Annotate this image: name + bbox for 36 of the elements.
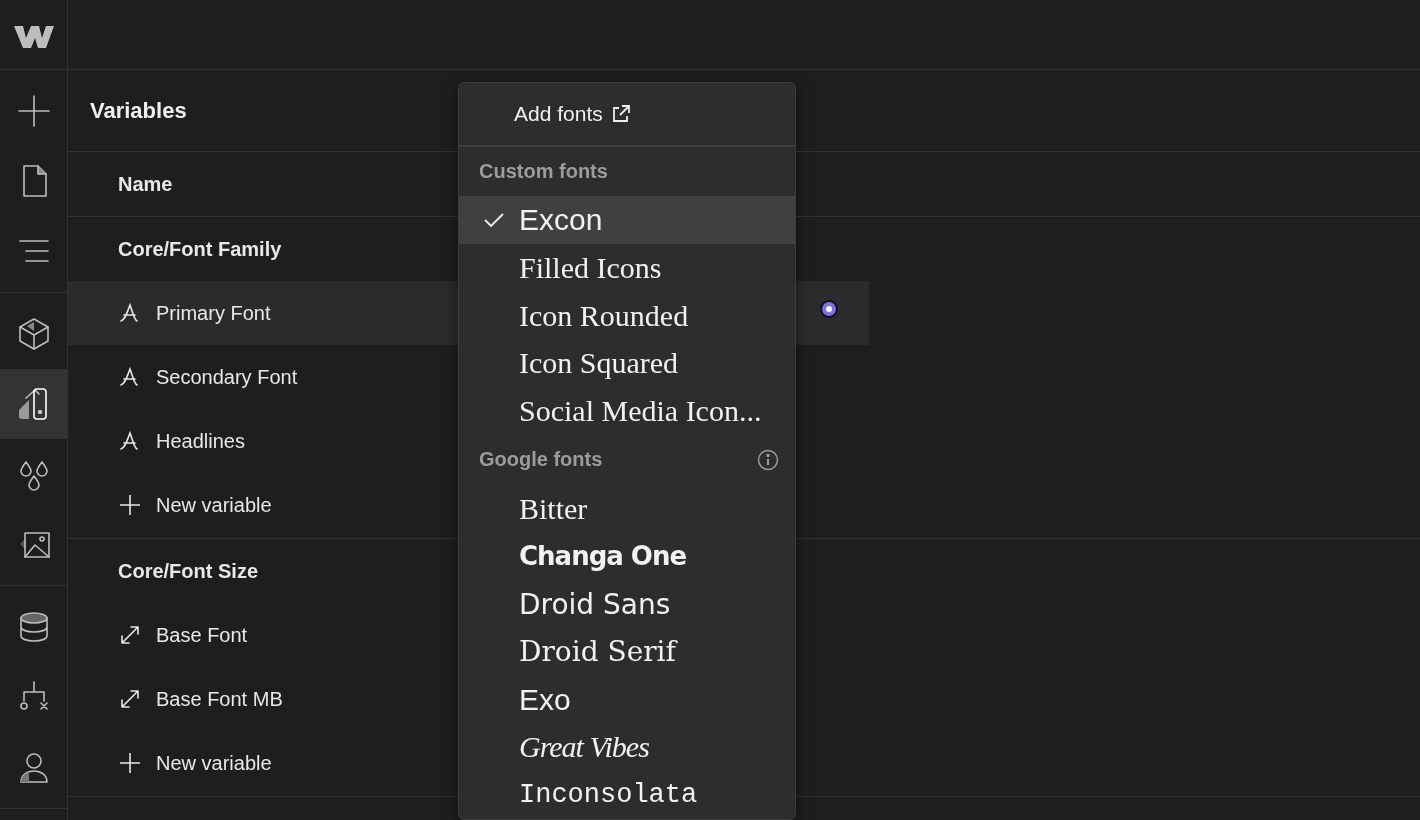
column-header: Name — [118, 172, 173, 196]
checkmark-icon — [483, 211, 505, 230]
font-option[interactable]: Filled Icons — [459, 244, 795, 292]
font-option[interactable]: Inconsolata — [459, 771, 795, 819]
font-option[interactable]: Changa One — [459, 532, 795, 581]
plus-icon — [118, 751, 142, 775]
font-option[interactable]: Great Vibes — [459, 723, 795, 772]
resize-icon — [118, 623, 142, 647]
panel-title: Variables — [90, 97, 187, 124]
group-heading: Core/Font Family — [118, 237, 282, 261]
external-link-icon — [610, 103, 631, 124]
variable-name[interactable]: Base Font MB — [156, 687, 283, 711]
variable-name[interactable]: Headlines — [156, 429, 245, 453]
new-variable-button[interactable]: New variable — [118, 751, 272, 775]
font-option[interactable]: Excon — [459, 196, 795, 245]
rail-button[interactable] — [0, 369, 67, 439]
font-option[interactable]: Exo — [459, 675, 795, 724]
font-option[interactable]: Icon Squared — [459, 339, 795, 388]
section-heading: Custom fonts — [479, 160, 608, 183]
group-heading: Core/Font Size — [118, 559, 258, 583]
new-variable-button[interactable]: New variable — [118, 493, 272, 517]
font-option[interactable]: Droid Sans — [459, 580, 795, 628]
add-fonts-link[interactable]: Add fonts — [514, 101, 631, 126]
font-option[interactable]: Bitter — [459, 484, 795, 533]
section-heading: Google fonts — [479, 448, 603, 472]
mode-dot[interactable] — [822, 302, 836, 316]
info-icon[interactable] — [757, 448, 779, 471]
font-option[interactable]: Droid Serif — [459, 628, 795, 676]
plus-icon — [15, 93, 52, 129]
variable-name[interactable]: Base Font — [156, 623, 248, 647]
plus-icon — [118, 493, 142, 517]
variable-name[interactable]: Secondary Font — [156, 365, 298, 389]
resize-icon — [118, 687, 142, 711]
font-option[interactable]: Icon Rounded — [459, 291, 795, 340]
font-option[interactable]: Social Media Icon... — [459, 387, 795, 436]
variable-name[interactable]: Primary Font — [156, 301, 271, 325]
